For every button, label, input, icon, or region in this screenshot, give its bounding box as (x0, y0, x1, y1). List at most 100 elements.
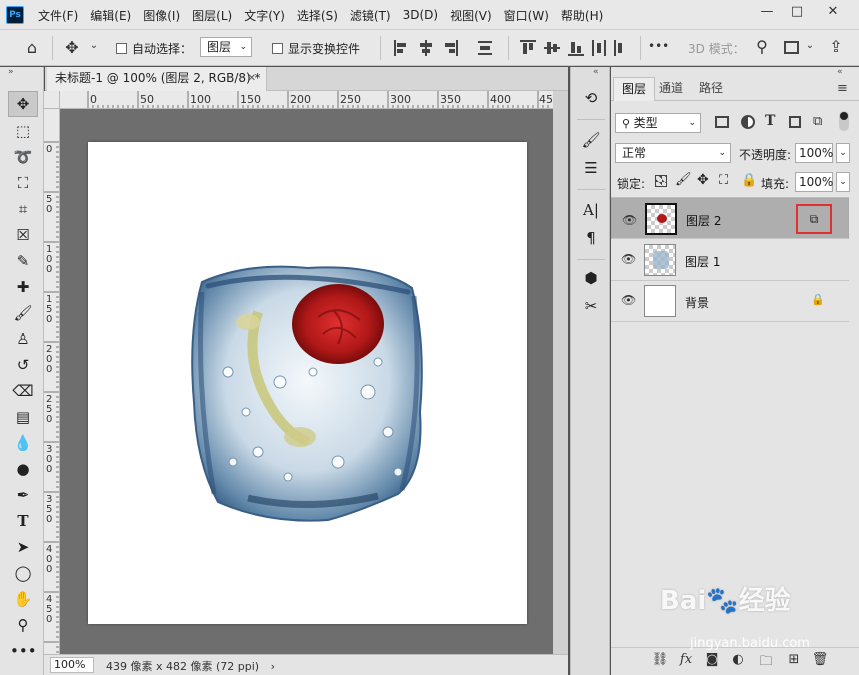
lock-artboard-icon[interactable]: ⛶ (719, 173, 728, 188)
menu-file[interactable]: 文件(F) (38, 7, 78, 24)
lock-position-icon[interactable]: ✥ (697, 172, 709, 188)
menu-view[interactable]: 视图(V) (450, 7, 492, 24)
auto-select-checkbox[interactable] (116, 43, 127, 54)
history-brush-tool-icon[interactable]: ↺ (10, 354, 36, 376)
collapse-icon[interactable]: « (593, 67, 599, 77)
zoom-field[interactable]: 100% (50, 657, 94, 673)
layer-kind-filter[interactable]: ⚲ 类型 ⌄ (615, 113, 701, 133)
filter-shape-icon[interactable] (789, 116, 801, 128)
auto-select-target-dropdown[interactable]: 图层 ⌄ (200, 37, 252, 57)
adjust-icon[interactable]: ☰ (579, 157, 603, 179)
zoom-tool-icon[interactable]: ⚲ (10, 614, 36, 636)
minimize-button[interactable]: — (752, 0, 782, 26)
move-tool-icon[interactable]: ✥ (62, 38, 82, 57)
crop-tool-icon[interactable]: ⌗ (10, 198, 36, 220)
menu-select[interactable]: 选择(S) (297, 7, 338, 24)
layer-name[interactable]: 图层 2 (686, 212, 721, 230)
workspace-icon[interactable] (784, 41, 799, 54)
layer-row-layer-2[interactable]: 👁 图层 2 ⧉ (611, 198, 849, 239)
character-icon[interactable]: A| (579, 199, 603, 221)
blur-tool-icon[interactable]: 💧 (10, 432, 36, 454)
filter-adjustment-icon[interactable] (741, 115, 755, 129)
align-buttons[interactable] (394, 40, 500, 56)
share-icon[interactable]: ⇪ (826, 37, 846, 56)
filter-type-icon[interactable]: T (765, 113, 775, 129)
path-select-tool-icon[interactable]: ➤ (10, 536, 36, 558)
show-transform-checkbox[interactable] (272, 43, 283, 54)
menu-image[interactable]: 图像(I) (143, 7, 180, 24)
fill-input[interactable]: 100% (795, 172, 833, 192)
menu-type[interactable]: 文字(Y) (244, 7, 285, 24)
chevron-down-icon[interactable]: ⌄ (88, 40, 100, 51)
menu-window[interactable]: 窗口(W) (504, 7, 549, 24)
close-window-button[interactable]: ✕ (818, 0, 848, 26)
move-tool-icon[interactable]: ✥ (10, 93, 36, 115)
blend-mode-dropdown[interactable]: 正常 ⌄ (615, 143, 731, 163)
more-tools-icon[interactable]: ••• (10, 640, 37, 662)
visibility-eye-icon[interactable]: 👁 (621, 252, 636, 266)
marquee-tool-icon[interactable]: ⬚ (10, 120, 36, 142)
menu-help[interactable]: 帮助(H) (561, 7, 603, 24)
chevron-down-icon[interactable]: ⌄ (836, 143, 850, 163)
smart-object-icon[interactable]: ⧉ (807, 212, 821, 226)
lasso-tool-icon[interactable]: ➰ (10, 146, 36, 168)
gradient-tool-icon[interactable]: ▤ (10, 406, 36, 428)
eyedropper-tool-icon[interactable]: ✎ (10, 250, 36, 272)
lock-transparent-icon[interactable] (655, 175, 667, 187)
delete-layer-icon[interactable]: 🗑 (811, 652, 829, 670)
opacity-input[interactable]: 100% (795, 143, 833, 163)
brush-tool-icon[interactable]: 🖌 (10, 302, 36, 324)
horizontal-ruler[interactable]: 0 50 100 150 200 250 300 350 400 45 (60, 91, 553, 109)
frame-tool-icon[interactable]: ☒ (10, 224, 36, 246)
home-icon[interactable]: ⌂ (22, 38, 42, 57)
dodge-tool-icon[interactable]: ● (10, 458, 36, 480)
collapse-icon[interactable]: « (837, 67, 843, 77)
fx-icon[interactable]: fx (677, 652, 695, 670)
document-canvas[interactable] (88, 142, 527, 624)
search-icon[interactable]: ⚲ (752, 37, 772, 56)
object-select-tool-icon[interactable]: ⛶ (10, 172, 36, 194)
align-vertical-buttons[interactable] (520, 40, 630, 56)
close-tab-icon[interactable]: ✕ (248, 67, 256, 90)
brush-settings-icon[interactable]: 🖌 (579, 129, 603, 151)
add-mask-icon[interactable]: ◙ (703, 652, 721, 670)
menu-layer[interactable]: 图层(L) (192, 7, 232, 24)
panel-menu-icon[interactable]: ≡ (837, 81, 848, 96)
type-tool-icon[interactable]: T (10, 510, 36, 532)
history-icon[interactable]: ⟲ (579, 87, 603, 109)
layer-row-background[interactable]: 👁 背景 🔒 (611, 281, 849, 322)
more-options-icon[interactable]: ••• (648, 39, 669, 53)
ellipse-tool-icon[interactable]: ◯ (10, 562, 36, 584)
filter-smart-object-icon[interactable]: ⧉ (813, 114, 822, 129)
layer-name[interactable]: 图层 1 (685, 253, 720, 270)
3d-icon[interactable]: ⬢ (579, 267, 603, 289)
document-tab[interactable]: 未标题-1 @ 100% (图层 2, RGB/8) * ✕ (47, 67, 267, 91)
layer-row-layer-1[interactable]: 👁 图层 1 (611, 240, 849, 281)
filter-pixel-icon[interactable] (715, 116, 729, 128)
eraser-tool-icon[interactable]: ⌫ (10, 380, 36, 402)
tab-paths[interactable]: 路径 (691, 77, 731, 101)
visibility-eye-icon[interactable]: 👁 (622, 211, 637, 227)
visibility-eye-icon[interactable]: 👁 (621, 293, 636, 307)
healing-brush-tool-icon[interactable]: ✚ (10, 276, 36, 298)
tools-icon[interactable]: ✂ (579, 295, 603, 317)
vertical-scrollbar[interactable] (553, 91, 568, 654)
adjustment-layer-icon[interactable]: ◐ (729, 652, 747, 670)
chevron-down-icon[interactable]: ⌄ (805, 40, 815, 51)
link-layers-icon[interactable]: ⛓ (651, 652, 669, 670)
collapse-icon[interactable]: » (8, 67, 36, 77)
hand-tool-icon[interactable]: ✋ (10, 588, 36, 610)
menu-edit[interactable]: 编辑(E) (90, 7, 131, 24)
tab-channels[interactable]: 通道 (651, 77, 691, 101)
tab-layers[interactable]: 图层 (613, 77, 656, 101)
vertical-ruler[interactable]: 0 5 0 1 0 0 1 5 0 2 0 0 2 5 0 3 0 0 3 5 … (44, 109, 60, 654)
menu-filter[interactable]: 滤镜(T) (350, 7, 391, 24)
chevron-down-icon[interactable]: ⌄ (836, 172, 850, 192)
filter-toggle-switch[interactable] (839, 111, 849, 131)
menu-3d[interactable]: 3D(D) (403, 8, 438, 22)
new-group-icon[interactable]: 🗀 (757, 652, 775, 670)
paragraph-icon[interactable]: ¶ (579, 227, 603, 249)
lock-pixels-icon[interactable]: 🖌 (675, 172, 692, 187)
pen-tool-icon[interactable]: ✒ (10, 484, 36, 506)
maximize-button[interactable]: □ (782, 0, 812, 26)
